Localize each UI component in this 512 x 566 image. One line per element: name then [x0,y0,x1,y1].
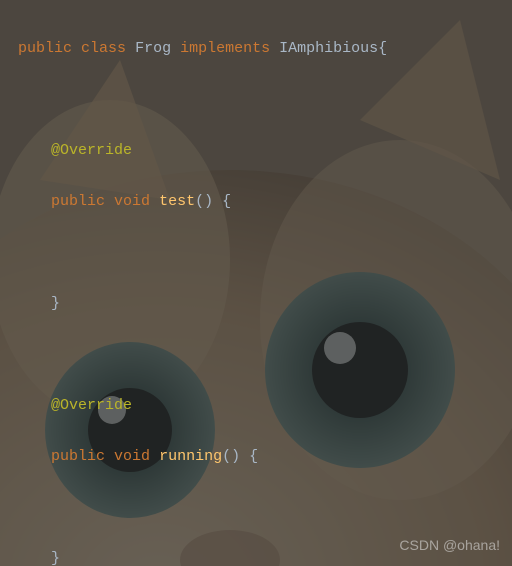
keyword-public: public [51,448,105,465]
parens: () [222,448,240,465]
method-name: test [159,193,195,210]
close-brace: } [51,550,60,566]
annotation-override: @Override [51,142,132,159]
close-brace: } [51,295,60,312]
keyword-implements: implements [180,40,270,57]
open-brace: { [249,448,258,465]
keyword-public: public [18,40,72,57]
parens: () [195,193,213,210]
method-name: running [159,448,222,465]
keyword-void: void [114,448,150,465]
open-brace: { [378,40,387,57]
keyword-class: class [81,40,126,57]
code-block: public class Frog implements IAmphibious… [0,0,512,566]
annotation-override: @Override [51,397,132,414]
class-declaration-line: public class Frog implements IAmphibious… [18,36,504,62]
code-editor: public class Frog implements IAmphibious… [0,0,512,566]
keyword-public: public [51,193,105,210]
interface-name: IAmphibious [279,40,378,57]
class-name: Frog [135,40,171,57]
open-brace: { [222,193,231,210]
keyword-void: void [114,193,150,210]
